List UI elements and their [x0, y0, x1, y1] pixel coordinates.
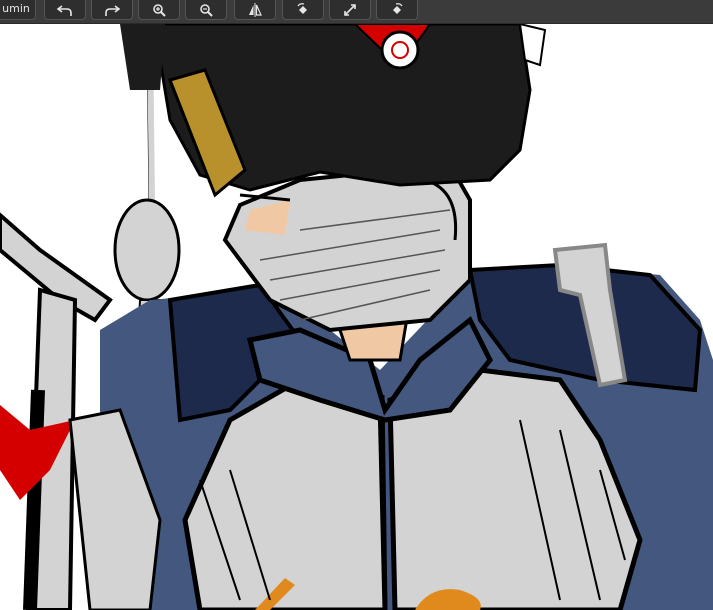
fit-screen-button[interactable] [329, 0, 371, 20]
flip-horizontal-icon [249, 2, 262, 17]
rotate-right-button[interactable] [376, 0, 418, 20]
toolbar: umin [0, 0, 713, 24]
flip-button[interactable] [234, 0, 276, 20]
undo-arrow-icon [57, 4, 72, 16]
expand-arrows-icon [344, 3, 356, 16]
rotate-left-button[interactable] [282, 0, 324, 20]
redo-arrow-icon [105, 4, 120, 16]
rotate-right-icon [393, 2, 403, 14]
toolbar-label[interactable]: umin [0, 0, 36, 20]
undo-button[interactable] [44, 0, 86, 20]
redo-button[interactable] [91, 0, 133, 20]
zoom-out-button[interactable] [185, 0, 227, 20]
zoom-in-button[interactable] [138, 0, 180, 20]
sketch-artwork [0, 24, 713, 610]
zoom-out-icon [200, 3, 213, 17]
zoom-in-icon [153, 3, 166, 17]
rotate-left-icon [297, 2, 307, 14]
drawing-canvas[interactable] [0, 24, 713, 610]
